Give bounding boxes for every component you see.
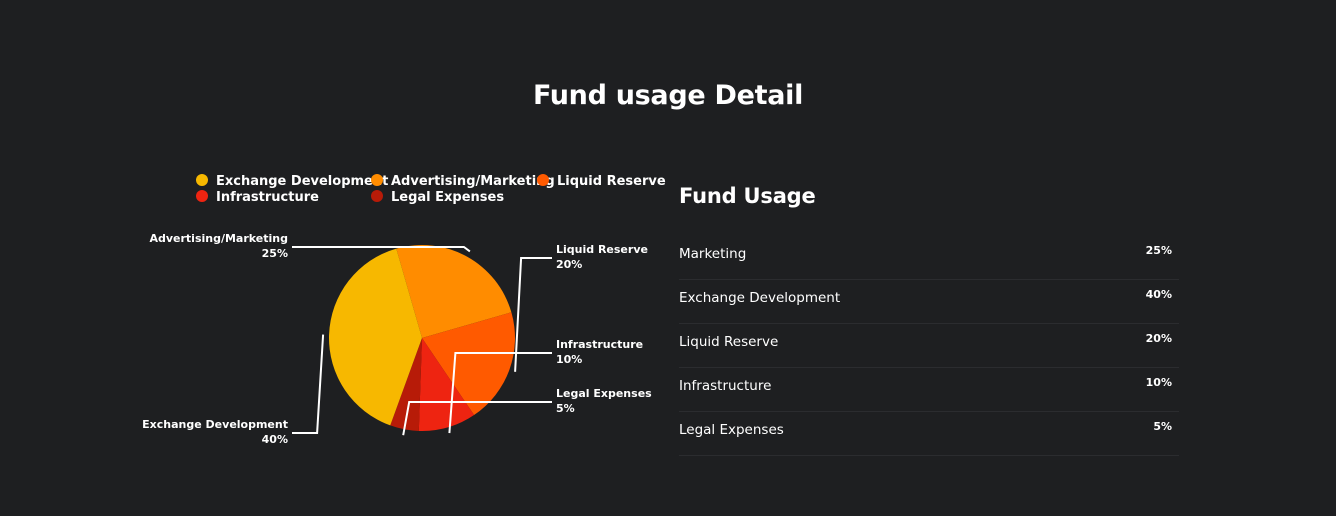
callout-label-liquid-reserve: Liquid Reserve [556,243,648,256]
callout-line-exchange-development [292,334,325,434]
usage-value: 10% [1145,376,1172,389]
usage-row: Liquid Reserve 20% [679,324,1179,368]
page-title: Fund usage Detail [532,80,804,111]
callout-label-advertising-marketing: Advertising/Marketing [149,232,288,245]
legend-marker-advertising-marketing [371,174,383,186]
usage-value: 5% [1153,420,1172,433]
callout-value-legal-expenses: 5% [556,402,575,415]
fund-usage-panel: Fund Usage Marketing 25% Exchange Develo… [679,184,1179,456]
legend-marker-legal-expenses [371,190,383,202]
usage-label: Legal Expenses [679,422,784,438]
callout-label-legal-expenses: Legal Expenses [556,387,652,400]
fund-usage-title: Fund Usage [679,184,816,208]
callout-value-liquid-reserve: 20% [556,258,582,271]
usage-label: Infrastructure [679,378,772,394]
usage-label: Exchange Development [679,290,841,306]
usage-list: Marketing 25% Exchange Development 40% L… [679,236,1179,456]
legend-label-liquid-reserve: Liquid Reserve [557,174,666,189]
legend-label-exchange-development: Exchange Development [216,174,388,189]
usage-value: 25% [1145,244,1172,257]
usage-row: Marketing 25% [679,236,1179,280]
usage-label: Marketing [679,246,747,262]
usage-value: 20% [1145,332,1172,345]
callout-label-infrastructure: Infrastructure [556,338,643,351]
legend-marker-liquid-reserve [537,174,549,186]
legend-marker-infrastructure [196,190,208,202]
legend-marker-exchange-development [196,174,208,186]
callout-value-exchange-development: 40% [262,433,288,446]
usage-row: Infrastructure 10% [679,368,1179,412]
callout-label-exchange-development: Exchange Development [142,418,288,431]
legend-label-infrastructure: Infrastructure [216,190,319,205]
fund-pie-chart: Exchange Development Advertising/Marketin… [142,174,666,446]
legend-label-legal-expenses: Legal Expenses [391,190,504,205]
pie-slices [328,244,516,432]
callout-line-liquid-reserve [514,257,552,372]
chart-legend: Exchange Development Advertising/Marketin… [196,174,666,205]
callout-value-infrastructure: 10% [556,353,582,366]
callout-value-advertising-marketing: 25% [262,247,288,260]
usage-row: Legal Expenses 5% [679,412,1179,456]
usage-row: Exchange Development 40% [679,280,1179,324]
usage-label: Liquid Reserve [679,334,779,350]
usage-value: 40% [1145,288,1172,301]
legend-label-advertising-marketing: Advertising/Marketing [391,174,555,189]
